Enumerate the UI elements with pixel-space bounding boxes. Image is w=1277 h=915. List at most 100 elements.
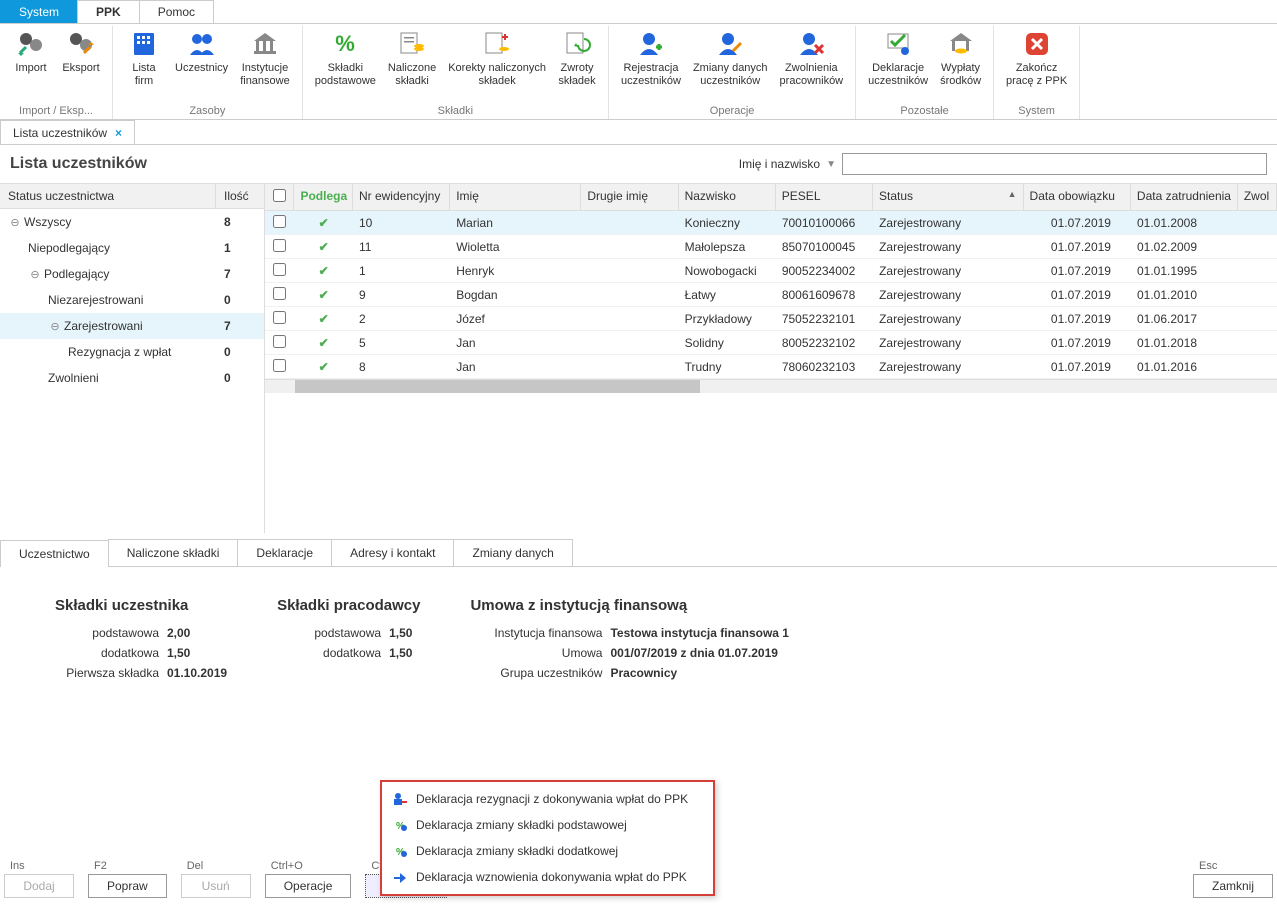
col-status[interactable]: Status▲ <box>873 184 1024 210</box>
row-checkbox[interactable] <box>273 239 286 252</box>
tab-adresy-i-kontakt[interactable]: Adresy i kontakt <box>331 539 454 566</box>
ribbon-zwroty[interactable]: Zwrotyskładek <box>552 26 602 103</box>
table-row[interactable]: ✔9BogdanŁatwy80061609678Zarejestrowany01… <box>265 283 1277 307</box>
sidebar-header-count[interactable]: Ilość <box>216 184 264 208</box>
col-data-zatrudnienia[interactable]: Data zatrudnienia <box>1131 184 1238 210</box>
cell-data-zatrudnienia: 01.06.2017 <box>1131 309 1238 329</box>
row-checkbox[interactable] <box>273 263 286 276</box>
zamknij-button[interactable]: Zamknij <box>1193 874 1273 898</box>
col-imie[interactable]: Imię <box>450 184 581 210</box>
ribbon-rejestracja[interactable]: Rejestracjauczestników <box>615 26 687 103</box>
tab-zmiany-danych[interactable]: Zmiany danych <box>453 539 572 566</box>
table-row[interactable]: ✔1HenrykNowobogacki90052234002Zarejestro… <box>265 259 1277 283</box>
document-tab-lista-uczestnikow[interactable]: Lista uczestników × <box>0 120 135 144</box>
menu-item[interactable]: %Deklaracja zmiany składki dodatkowej <box>382 838 713 864</box>
col-nazwisko[interactable]: Nazwisko <box>679 184 776 210</box>
table-row[interactable]: ✔11WiolettaMałolepsza85070100045Zarejest… <box>265 235 1277 259</box>
sidebar-item-zarejestrowani[interactable]: ⊖Zarejestrowani7 <box>0 313 264 339</box>
collapse-icon[interactable]: ⊖ <box>8 216 22 229</box>
col-data-obowiazku[interactable]: Data obowiązku <box>1024 184 1131 210</box>
ribbon-uczestnicy[interactable]: Uczestnicy <box>169 26 234 103</box>
tab-deklaracje[interactable]: Deklaracje <box>237 539 332 566</box>
cell-pesel: 70010100066 <box>776 213 873 233</box>
row-checkbox[interactable] <box>273 287 286 300</box>
col-checkbox[interactable] <box>265 184 294 210</box>
ribbon-zmiany-danych[interactable]: Zmiany danychuczestników <box>687 26 774 103</box>
ribbon-wyplaty[interactable]: Wypłatyśrodków <box>934 26 987 103</box>
tab-ppk[interactable]: PPK <box>77 0 140 23</box>
ribbon-naliczone[interactable]: Naliczoneskładki <box>382 26 442 103</box>
document-tab-label: Lista uczestników <box>13 126 107 140</box>
uczestnicy-icon <box>186 28 218 60</box>
table-row[interactable]: ✔8JanTrudny78060232103Zarejestrowany01.0… <box>265 355 1277 379</box>
ribbon-group-label: Zasoby <box>119 103 296 119</box>
search-input[interactable] <box>842 153 1267 175</box>
sidebar-item-wszyscy[interactable]: ⊖Wszyscy8 <box>0 209 264 235</box>
ribbon-deklaracje[interactable]: Deklaracjeuczestników <box>862 26 934 103</box>
col-drugie-imie[interactable]: Drugie imię <box>581 184 678 210</box>
menu-item[interactable]: Deklaracja rezygnacji z dokonywania wpła… <box>382 786 713 812</box>
ribbon-import[interactable]: Import <box>6 26 56 103</box>
menu-item[interactable]: %Deklaracja zmiany składki podstawowej <box>382 812 713 838</box>
cell-status: Zarejestrowany <box>873 333 1024 353</box>
detail-value: Testowa instytucja finansowa 1 <box>610 626 789 640</box>
sidebar-item-niezarejestrowani[interactable]: Niezarejestrowani0 <box>0 287 264 313</box>
sidebar-header: Status uczestnictwa Ilość <box>0 183 264 209</box>
sidebar-header-status[interactable]: Status uczestnictwa <box>0 184 216 208</box>
ribbon-lista-firm[interactable]: Listafirm <box>119 26 169 103</box>
row-checkbox[interactable] <box>273 215 286 228</box>
sidebar-item-zwolnieni[interactable]: Zwolnieni0 <box>0 365 264 391</box>
search-field-label[interactable]: Imię i nazwisko <box>739 157 820 171</box>
col-nr-ewidencyjny[interactable]: Nr ewidencyjny <box>353 184 450 210</box>
col-zwol[interactable]: Zwol <box>1238 184 1277 210</box>
detail-label: Umowa <box>470 646 610 660</box>
tab-pomoc[interactable]: Pomoc <box>139 0 214 23</box>
detail-tabs: UczestnictwoNaliczone składkiDeklaracjeA… <box>0 539 1277 567</box>
menu-item[interactable]: Deklaracja wznowienia dokonywania wpłat … <box>382 864 713 890</box>
horizontal-scrollbar[interactable] <box>265 379 1277 393</box>
sort-asc-icon: ▲ <box>1008 189 1017 199</box>
usun-button: Usuń <box>181 874 251 898</box>
col-podlega[interactable]: Podlega <box>294 184 353 210</box>
popraw-button[interactable]: Popraw <box>88 874 167 898</box>
detail-value: 001/07/2019 z dnia 01.07.2019 <box>610 646 777 660</box>
grid-header: Podlega Nr ewidencyjny Imię Drugie imię … <box>265 183 1277 211</box>
cell-data-zatrudnienia: 01.01.2010 <box>1131 285 1238 305</box>
ribbon-instytucje[interactable]: Instytucjefinansowe <box>234 26 296 103</box>
sidebar-item-podlegający[interactable]: ⊖Podlegający7 <box>0 261 264 287</box>
ribbon-zwolnienia[interactable]: Zwolnieniapracowników <box>774 26 850 103</box>
sidebar-item-niepodlegający[interactable]: Niepodlegający1 <box>0 235 264 261</box>
ribbon-eksport[interactable]: Eksport <box>56 26 106 103</box>
deklaracje-icon <box>882 28 914 60</box>
table-row[interactable]: ✔10MarianKonieczny70010100066Zarejestrow… <box>265 211 1277 235</box>
operacje-button[interactable]: Operacje <box>265 874 352 898</box>
cell-data-obowiazku: 01.07.2019 <box>1024 309 1131 329</box>
cell-imie: Marian <box>450 213 581 233</box>
sidebar-item-label: Podlegający <box>44 267 109 281</box>
close-icon[interactable]: × <box>115 126 122 140</box>
col-pesel[interactable]: PESEL <box>776 184 873 210</box>
table-row[interactable]: ✔2JózefPrzykładowy75052232101Zarejestrow… <box>265 307 1277 331</box>
cell-drugie <box>581 364 678 370</box>
ribbon-skladki-podst[interactable]: %Składkipodstawowe <box>309 26 382 103</box>
row-checkbox[interactable] <box>273 335 286 348</box>
tab-system[interactable]: System <box>0 0 78 23</box>
collapse-icon[interactable]: ⊖ <box>28 268 42 281</box>
detail-row: Grupa uczestnikówPracownicy <box>470 666 789 680</box>
cell-zwol <box>1238 316 1277 322</box>
chevron-down-icon[interactable]: ▼ <box>826 159 836 170</box>
tab-naliczone-składki[interactable]: Naliczone składki <box>108 539 239 566</box>
row-checkbox[interactable] <box>273 359 286 372</box>
ribbon-label: Listafirm <box>132 62 155 88</box>
ribbon-korekty[interactable]: Korekty naliczonychskładek <box>442 26 552 103</box>
cell-status: Zarejestrowany <box>873 357 1024 377</box>
checkbox-all[interactable] <box>273 189 286 202</box>
tab-uczestnictwo[interactable]: Uczestnictwo <box>0 540 109 567</box>
ribbon-group-label: Składki <box>309 103 602 119</box>
ribbon-zakoncz[interactable]: Zakończpracę z PPK <box>1000 26 1073 103</box>
table-row[interactable]: ✔5JanSolidny80052232102Zarejestrowany01.… <box>265 331 1277 355</box>
ribbon-label: Rejestracjauczestników <box>621 62 681 88</box>
collapse-icon[interactable]: ⊖ <box>48 320 62 333</box>
row-checkbox[interactable] <box>273 311 286 324</box>
sidebar-item-rezygnacja-z-wpłat[interactable]: Rezygnacja z wpłat0 <box>0 339 264 365</box>
